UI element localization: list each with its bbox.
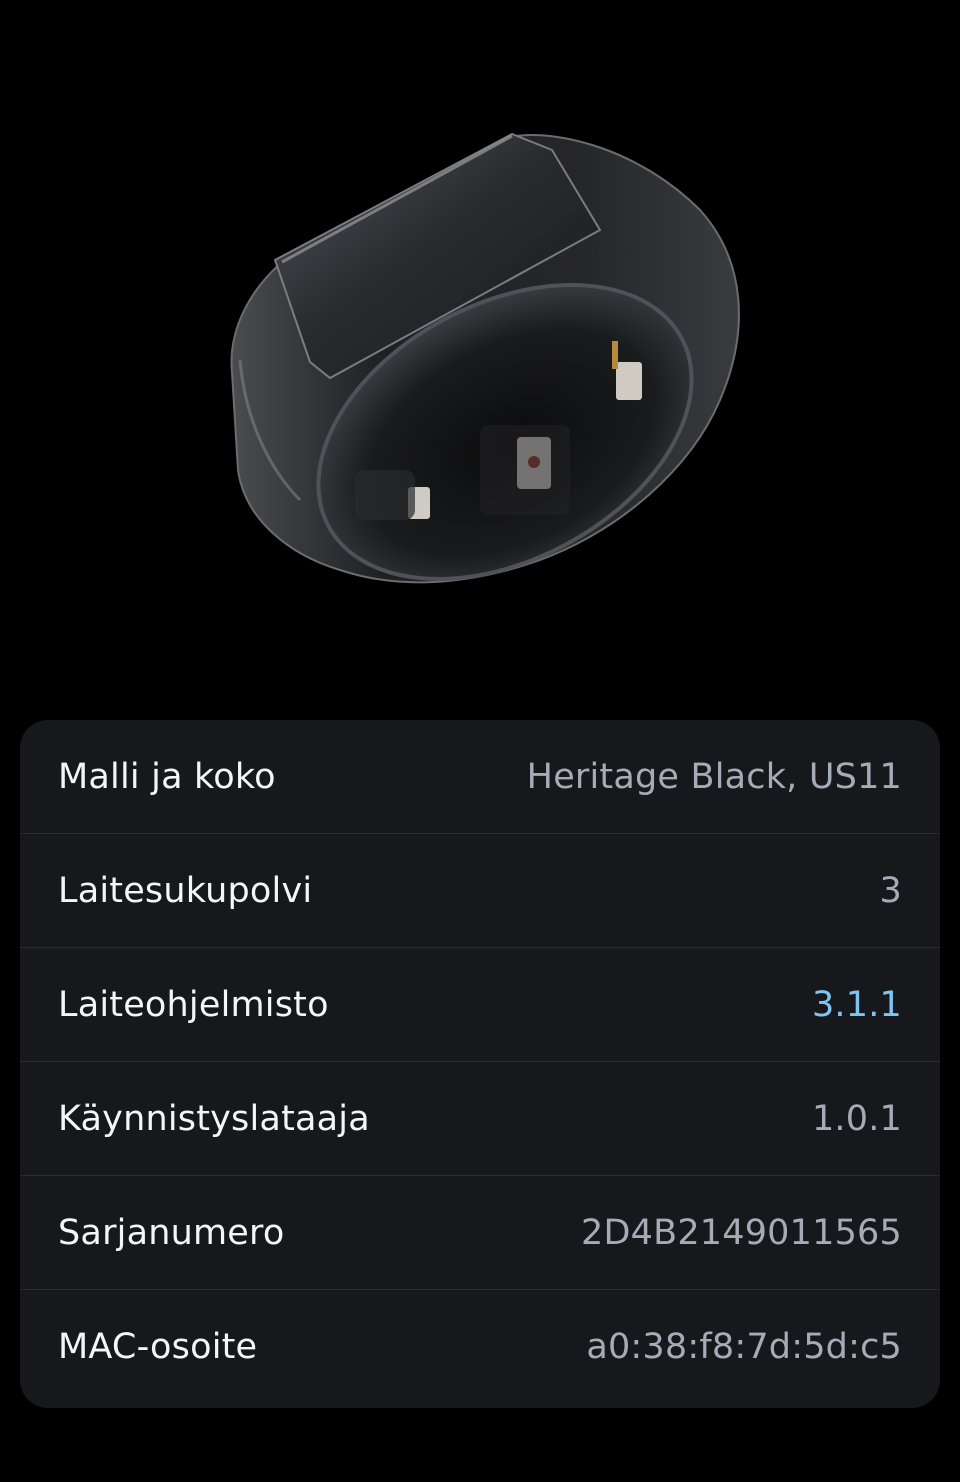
firmware-label: Laiteohjelmisto [58,984,329,1025]
generation-value: 3 [879,870,902,911]
device-details-card: Malli ja koko Heritage Black, US11 Laite… [20,720,940,1408]
serial-number-label: Sarjanumero [58,1212,285,1253]
bootloader-label: Käynnistyslataaja [58,1098,370,1139]
device-hero [0,0,960,700]
oura-ring-image [230,132,740,584]
row-mac-address: MAC-osoite a0:38:f8:7d:5d:c5 [20,1290,940,1404]
serial-number-value: 2D4B2149011565 [581,1212,902,1253]
mac-address-value: a0:38:f8:7d:5d:c5 [586,1327,902,1367]
row-firmware[interactable]: Laiteohjelmisto 3.1.1 [20,948,940,1062]
row-bootloader: Käynnistyslataaja 1.0.1 [20,1062,940,1176]
mac-address-label: MAC-osoite [58,1327,258,1367]
bootloader-value: 1.0.1 [811,1098,902,1139]
model-size-value: Heritage Black, US11 [526,756,902,797]
row-serial-number: Sarjanumero 2D4B2149011565 [20,1176,940,1290]
model-size-label: Malli ja koko [58,756,276,797]
row-generation: Laitesukupolvi 3 [20,834,940,948]
generation-label: Laitesukupolvi [58,870,313,911]
firmware-version-link[interactable]: 3.1.1 [812,985,902,1025]
row-model-size: Malli ja koko Heritage Black, US11 [20,720,940,834]
